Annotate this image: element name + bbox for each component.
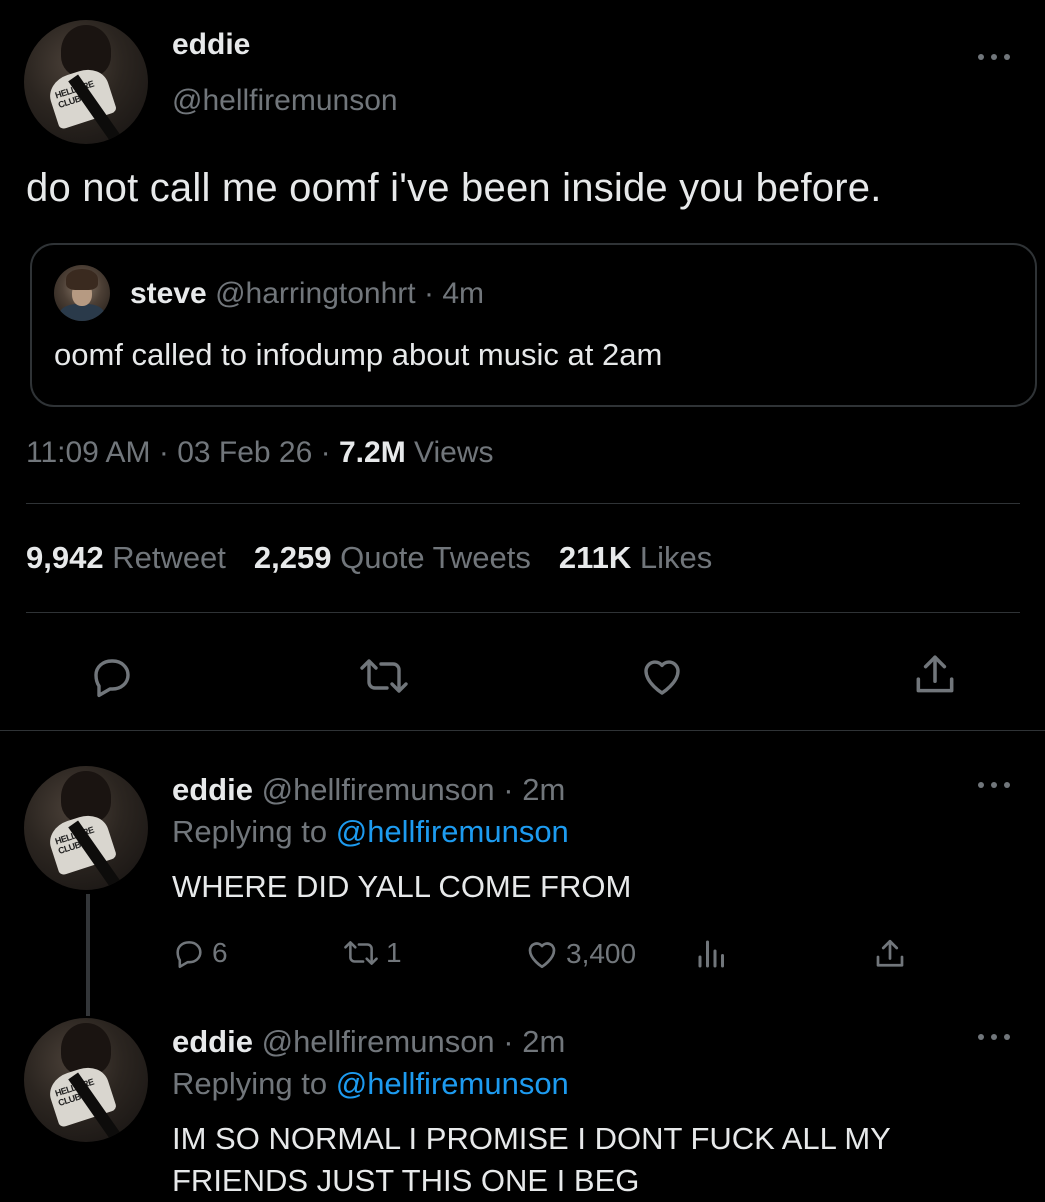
- quoted-author-avatar: [54, 265, 110, 321]
- quoted-author-name: steve: [130, 277, 207, 310]
- quoted-separator: ·: [415, 277, 443, 310]
- reply-author-avatar[interactable]: HELLFIRE CLUB: [24, 766, 148, 890]
- replying-to-handle[interactable]: @hellfiremunson: [336, 1066, 569, 1101]
- quoted-author-handle: @harringtonhrt: [215, 277, 416, 310]
- replying-to: Replying to @hellfiremunson: [172, 1066, 569, 1102]
- reply-author-handle: @hellfiremunson: [261, 772, 495, 807]
- reply-header: eddie @hellfiremunson · 2m: [172, 772, 565, 808]
- quoted-timestamp: 4m: [442, 277, 484, 310]
- quotes-stat[interactable]: 2,259 Quote Tweets: [254, 540, 531, 575]
- likes-stat[interactable]: 211K Likes: [559, 540, 712, 575]
- author-handle[interactable]: @hellfiremunson: [172, 84, 398, 118]
- replying-to-handle[interactable]: @hellfiremunson: [336, 814, 569, 849]
- tweet-text: do not call me oomf i've been inside you…: [26, 166, 882, 210]
- like-count: 3,400: [566, 938, 637, 969]
- like-action[interactable]: 3,400: [524, 936, 636, 972]
- share-action[interactable]: [872, 936, 908, 972]
- reply-timestamp: 2m: [522, 772, 566, 807]
- reply-tweet[interactable]: HELLFIRE CLUB eddie @hellfiremunson · 2m…: [0, 766, 1045, 996]
- reply-author-handle: @hellfiremunson: [261, 1024, 495, 1059]
- more-icon[interactable]: [978, 1032, 1010, 1042]
- replying-to-label: Replying to: [172, 814, 336, 849]
- quotes-label: Quote Tweets: [331, 540, 531, 575]
- author-avatar[interactable]: HELLFIRE CLUB: [24, 20, 148, 144]
- reply-timestamp: 2m: [522, 1024, 566, 1059]
- retweet-icon: [344, 941, 378, 965]
- reply-text: IM SO NORMAL I PROMISE I DONT FUCK ALL M…: [172, 1121, 891, 1198]
- divider: [0, 730, 1045, 731]
- retweets-label: Retweet: [103, 540, 226, 575]
- author-name[interactable]: eddie: [172, 28, 250, 62]
- reply-author-name[interactable]: eddie: [172, 772, 253, 807]
- reply-separator: ·: [494, 1024, 523, 1059]
- reply-icon: [176, 941, 202, 969]
- heart-icon[interactable]: [638, 652, 686, 700]
- divider: [26, 612, 1020, 613]
- retweet-action[interactable]: 1: [342, 936, 402, 970]
- retweets-count: 9,942: [26, 540, 104, 575]
- views-count: 7.2M: [338, 436, 406, 469]
- quoted-tweet-card[interactable]: steve @harringtonhrt · 4m oomf called to…: [30, 243, 1037, 407]
- reply-actions: 6 1 3,400: [172, 936, 932, 976]
- reply-count: 6: [212, 937, 228, 968]
- tweet-date: 03 Feb 26: [177, 436, 313, 469]
- reply-text: WHERE DID YALL COME FROM: [172, 869, 632, 904]
- analytics-icon: [698, 940, 724, 968]
- more-icon[interactable]: [978, 780, 1010, 790]
- reply-tweet[interactable]: HELLFIRE CLUB eddie @hellfiremunson · 2m…: [0, 1018, 1045, 1200]
- reply-author-avatar[interactable]: HELLFIRE CLUB: [24, 1018, 148, 1142]
- reply-icon[interactable]: [88, 652, 136, 700]
- likes-count: 211K: [558, 540, 632, 575]
- analytics-action[interactable]: [694, 936, 730, 972]
- tweet-meta: 11:09 AM · 03 Feb 26 · 7.2M Views: [26, 436, 494, 470]
- tweet-time: 11:09 AM: [26, 436, 151, 469]
- quotes-count: 2,259: [253, 540, 332, 575]
- reply-header: eddie @hellfiremunson · 2m: [172, 1024, 565, 1060]
- quoted-tweet-header: steve @harringtonhrt · 4m: [130, 277, 484, 311]
- retweets-stat[interactable]: 9,942 Retweet: [26, 540, 226, 575]
- share-icon: [876, 939, 904, 967]
- meta-separator: ·: [312, 436, 339, 469]
- share-icon[interactable]: [910, 650, 960, 700]
- reply-author-name[interactable]: eddie: [172, 1024, 253, 1059]
- replying-to-label: Replying to: [172, 1066, 336, 1101]
- divider: [26, 503, 1020, 504]
- heart-icon: [528, 942, 556, 969]
- quoted-tweet-text: oomf called to infodump about music at 2…: [54, 337, 663, 372]
- retweet-count: 1: [386, 937, 402, 968]
- reply-action[interactable]: 6: [172, 936, 228, 970]
- likes-label: Likes: [631, 540, 713, 575]
- retweet-icon[interactable]: [358, 652, 410, 700]
- tweet-stats: 9,942 Retweet 2,259 Quote Tweets 211K Like…: [26, 540, 712, 576]
- meta-separator: ·: [150, 436, 178, 469]
- more-icon[interactable]: [978, 52, 1010, 62]
- replying-to: Replying to @hellfiremunson: [172, 814, 569, 850]
- reply-separator: ·: [494, 772, 523, 807]
- views-label: Views: [405, 436, 494, 469]
